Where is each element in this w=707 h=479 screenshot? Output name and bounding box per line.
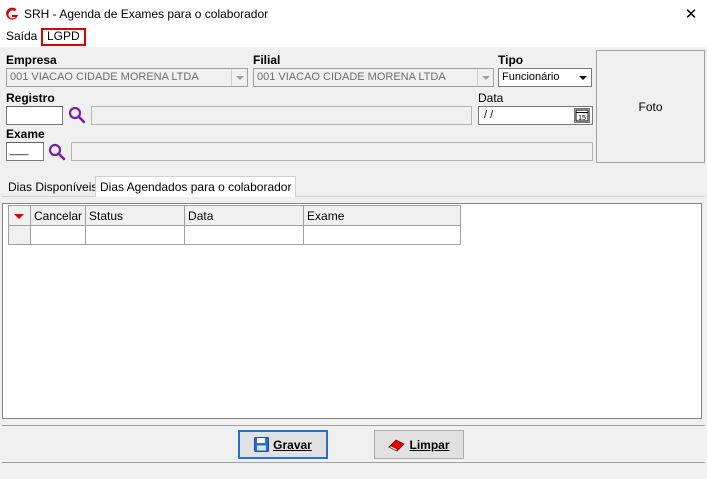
filial-label: Filial (253, 53, 281, 67)
svg-text:15: 15 (578, 115, 586, 122)
table-row[interactable] (8, 225, 462, 245)
menu-bar: Saída LGPD (0, 28, 707, 47)
tab-dias-agendados[interactable]: Dias Agendados para o colaborador (95, 176, 297, 197)
cell-data[interactable] (184, 225, 305, 245)
tab-label: Dias Agendados para o colaborador (100, 180, 292, 194)
gravar-button[interactable]: Gravar (238, 430, 328, 459)
cell-exame[interactable] (303, 225, 462, 245)
exame-name-field (71, 142, 593, 161)
menu-item-lgpd[interactable]: LGPD (41, 28, 86, 46)
cell-cancelar[interactable] (29, 225, 87, 245)
tab-dias-disponiveis[interactable]: Dias Disponíveis (4, 179, 101, 197)
search-icon[interactable] (67, 105, 87, 125)
photo-box: Foto (596, 50, 705, 163)
window-title: SRH - Agenda de Exames para o colaborado… (24, 7, 269, 21)
chevron-down-icon (575, 69, 591, 86)
close-icon: ✕ (684, 6, 698, 23)
schedule-grid[interactable]: Cancelar Status Data Exame (2, 203, 702, 419)
registro-input[interactable] (6, 106, 63, 125)
tipo-combobox[interactable]: Funcionário (498, 68, 592, 87)
exame-label: Exame (6, 127, 45, 141)
triangle-down-icon (14, 213, 24, 219)
gravar-label: Gravar (273, 437, 312, 452)
empresa-label: Empresa (6, 53, 57, 67)
title-bar: SRH - Agenda de Exames para o colaborado… (0, 0, 707, 28)
chevron-down-icon (231, 69, 247, 86)
action-bar (2, 425, 705, 463)
save-disk-icon (254, 437, 270, 452)
empresa-value: 001 VIACAO CIDADE MORENA LTDA (10, 71, 199, 83)
tipo-label: Tipo (498, 53, 524, 67)
data-value: / / (484, 109, 494, 121)
grid-header-row: Cancelar Status Data Exame (8, 205, 462, 226)
registro-name-field (91, 106, 472, 125)
empresa-combobox[interactable]: 001 VIACAO CIDADE MORENA LTDA (6, 68, 248, 87)
data-label: Data (478, 91, 504, 105)
status-bar (0, 466, 707, 479)
photo-label: Foto (638, 99, 663, 114)
row-indicator[interactable] (8, 225, 31, 245)
limpar-button[interactable]: Limpar (374, 430, 464, 459)
filial-value: 001 VIACAO CIDADE MORENA LTDA (257, 71, 446, 83)
limpar-label: Limpar (409, 437, 450, 452)
app-logo-icon (6, 7, 18, 20)
registro-label: Registro (6, 91, 55, 105)
column-header-exame[interactable]: Exame (303, 205, 462, 226)
grid-table: Cancelar Status Data Exame (8, 205, 462, 245)
column-header-cancelar[interactable]: Cancelar (29, 205, 87, 226)
data-input[interactable]: / / 15 (478, 106, 593, 125)
tab-label: Dias Disponíveis (8, 180, 98, 194)
exame-input[interactable]: ___ (6, 142, 44, 161)
cell-status[interactable] (85, 225, 186, 245)
filial-combobox[interactable]: 001 VIACAO CIDADE MORENA LTDA (253, 68, 494, 87)
eraser-icon (388, 439, 406, 451)
column-header-data[interactable]: Data (184, 205, 305, 226)
close-button[interactable]: ✕ (678, 3, 704, 25)
chevron-down-icon (477, 69, 493, 86)
search-icon[interactable] (47, 142, 67, 162)
calendar-icon[interactable]: 15 (574, 108, 590, 123)
column-header-status[interactable]: Status (85, 205, 186, 226)
tipo-value: Funcionário (502, 71, 560, 83)
grid-menu-button[interactable] (8, 205, 31, 226)
menu-item-saida[interactable]: Saída (6, 29, 37, 45)
